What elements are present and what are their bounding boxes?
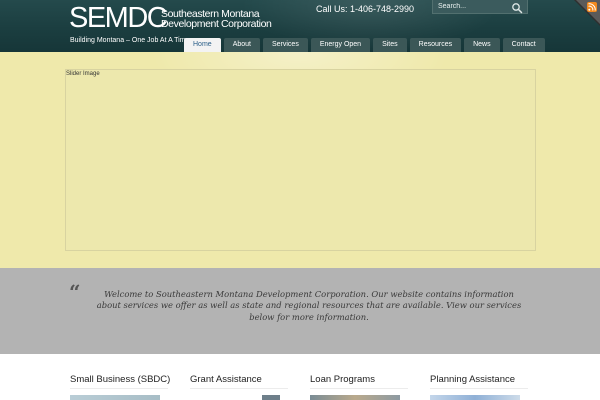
service-title[interactable]: Planning Assistance — [430, 374, 540, 385]
service-title[interactable]: Grant Assistance — [190, 374, 300, 385]
service-card-grant-assistance: Grant Assistance — [190, 374, 300, 400]
tagline: Building Montana – One Job At A Time — [70, 37, 190, 44]
slider-image[interactable]: Slider Image — [65, 69, 536, 251]
divider — [70, 388, 168, 389]
quote-icon: “ — [69, 280, 81, 304]
search-box — [432, 0, 528, 14]
service-card-small-business: Small Business (SBDC) — [70, 374, 180, 400]
rss-icon[interactable] — [574, 0, 600, 26]
nav-tab-news[interactable]: News — [464, 38, 500, 52]
service-card-loan-programs: Loan Programs — [310, 374, 420, 400]
phone-number: Call Us: 1-406-748-2990 — [316, 4, 415, 14]
logo-mark[interactable]: SEMDC — [69, 3, 168, 33]
slider-image-alt: Slider Image — [66, 71, 100, 77]
search-input[interactable] — [433, 0, 509, 13]
service-title[interactable]: Small Business (SBDC) — [70, 374, 180, 385]
main-nav: Home About Services Energy Open Sites Re… — [184, 38, 545, 52]
nav-tab-home[interactable]: Home — [184, 38, 221, 52]
nav-tab-services[interactable]: Services — [262, 38, 308, 52]
service-card-planning-assistance: Planning Assistance — [430, 374, 540, 400]
nav-tab-sites[interactable]: Sites — [373, 38, 407, 52]
welcome-section: “ Welcome to Southeastern Montana Develo… — [0, 268, 600, 354]
divider — [190, 388, 288, 389]
logo-name-line2: Development Corporation — [161, 18, 272, 30]
service-title[interactable]: Loan Programs — [310, 374, 420, 385]
service-image[interactable] — [430, 395, 520, 400]
service-image[interactable] — [70, 395, 160, 400]
service-image[interactable] — [310, 395, 400, 400]
divider — [430, 388, 528, 389]
nav-tab-resources[interactable]: Resources — [409, 38, 462, 52]
search-icon[interactable] — [511, 1, 523, 14]
nav-tab-energy-open[interactable]: Energy Open — [310, 38, 371, 52]
service-image[interactable] — [262, 395, 280, 400]
divider — [310, 388, 408, 389]
nav-tab-about[interactable]: About — [223, 38, 260, 52]
nav-tab-contact[interactable]: Contact — [502, 38, 545, 52]
welcome-text: Welcome to Southeastern Montana Developm… — [96, 289, 522, 322]
site-header: SEMDC Southeastern Montana Development C… — [0, 0, 600, 52]
logo-name[interactable]: Southeastern Montana Development Corpora… — [161, 9, 272, 30]
slider-area: Slider Image — [0, 52, 600, 268]
